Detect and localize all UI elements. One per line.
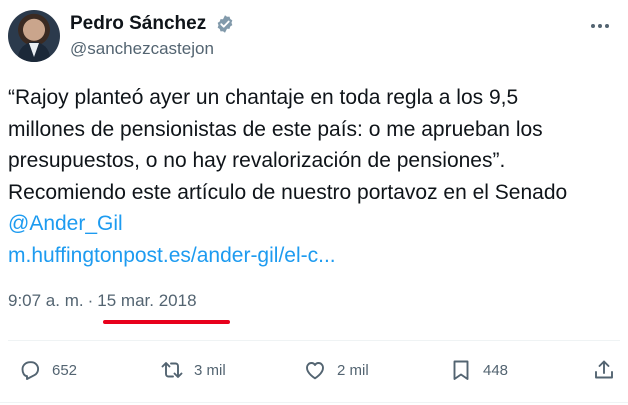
- bookmark-button[interactable]: 448: [449, 352, 508, 388]
- divider: [8, 340, 620, 341]
- tweet-timestamp: 9:07 a. m. · 15 mar. 2018: [8, 291, 197, 311]
- like-icon: [306, 362, 324, 380]
- avatar[interactable]: [8, 10, 60, 62]
- like-count: 2 mil: [337, 361, 369, 379]
- reply-button[interactable]: 652: [18, 352, 77, 388]
- meta-separator: ·: [87, 291, 94, 310]
- author-display-name[interactable]: Pedro Sánchez: [70, 12, 206, 36]
- action-bar: 652 3 mil 2 mil 448: [0, 352, 628, 388]
- tweet-date[interactable]: 15 mar. 2018: [97, 291, 196, 310]
- author-handle[interactable]: @sanchezcastejon: [70, 37, 235, 61]
- tweet-header: Pedro Sánchez @sanchezcastejon: [8, 8, 620, 64]
- verified-badge-icon[interactable]: [215, 14, 235, 34]
- tweet-line: millones de pensionistas de este país: o…: [8, 117, 543, 141]
- reply-icon: [21, 361, 40, 380]
- tweet-line: presupuestos, o no hay revalorización de…: [8, 149, 506, 172]
- tweet-text: “Rajoy planteó ayer un chantaje en toda …: [8, 82, 618, 271]
- retweet-icon: [161, 362, 183, 378]
- share-button[interactable]: [592, 352, 616, 388]
- article-link[interactable]: m.huffingtonpost.es/ander-gil/el-c...: [8, 240, 618, 272]
- author-names: Pedro Sánchez @sanchezcastejon: [70, 12, 235, 61]
- retweet-count: 3 mil: [194, 361, 226, 379]
- bottom-divider: [0, 402, 628, 403]
- date-highlight-underline: [103, 320, 230, 324]
- bookmark-count: 448: [483, 361, 509, 379]
- tweet-line: Recomiendo este artículo de nuestro port…: [8, 180, 568, 204]
- share-icon: [595, 360, 613, 379]
- more-icon[interactable]: [588, 14, 612, 38]
- like-button[interactable]: 2 mil: [303, 352, 369, 388]
- bookmark-icon: [453, 360, 469, 380]
- mention-link[interactable]: @Ander_Gil: [8, 208, 618, 240]
- tweet-line: “Rajoy planteó ayer un chantaje en toda …: [8, 86, 519, 109]
- tweet-time[interactable]: 9:07 a. m.: [8, 291, 84, 310]
- reply-count: 652: [52, 361, 78, 379]
- retweet-button[interactable]: 3 mil: [160, 352, 226, 388]
